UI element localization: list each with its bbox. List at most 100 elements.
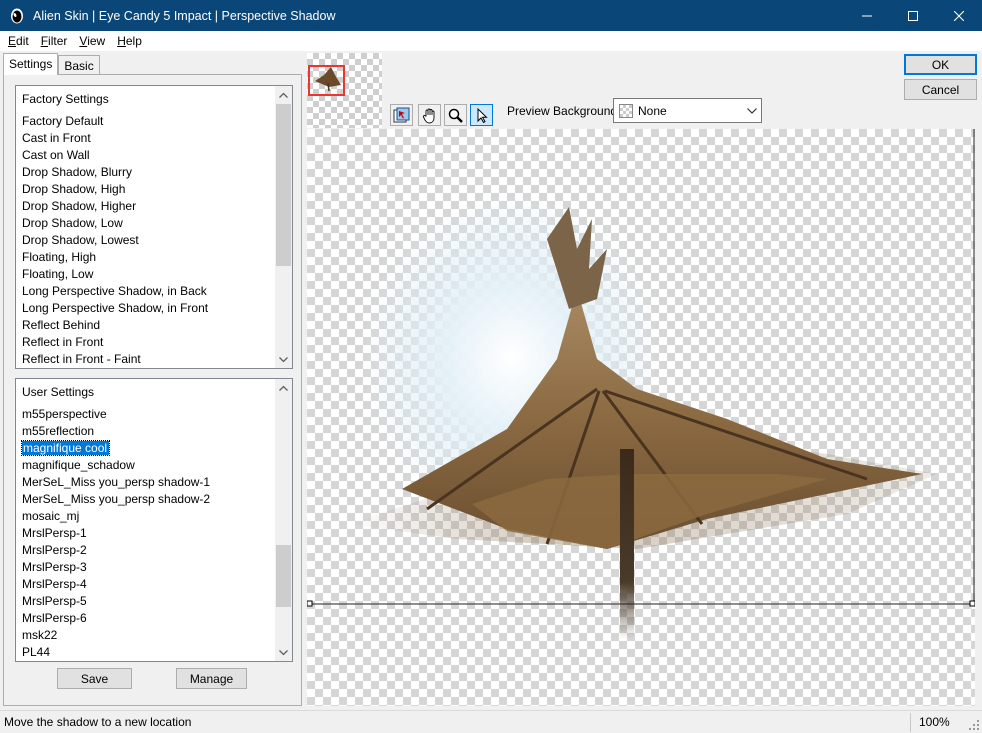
factory-settings-scrollbar[interactable] <box>275 86 292 368</box>
list-item-label: Reflect in Front <box>22 335 104 349</box>
transparent-swatch-icon <box>619 103 633 118</box>
list-item[interactable]: Floating, High <box>21 249 275 266</box>
user-settings-items: m55perspective m55reflection magnifique co… <box>20 406 275 661</box>
menu-filter[interactable]: Filter <box>37 34 72 48</box>
list-item[interactable]: MerSeL_Miss you_persp shadow-1 <box>21 474 275 491</box>
list-item[interactable]: Floating, Low <box>21 266 275 283</box>
list-item[interactable]: Drop Shadow, Low <box>21 215 275 232</box>
list-item[interactable]: Drop Shadow, Blurry <box>21 164 275 181</box>
menu-view[interactable]: View <box>75 34 109 48</box>
scroll-up-icon[interactable] <box>275 379 292 396</box>
list-item[interactable]: Long Perspective Shadow, in Back <box>21 283 275 300</box>
list-item[interactable]: Cast in Front <box>21 130 275 147</box>
list-item-label: MrslPersp-2 <box>22 543 87 557</box>
list-item-label: MerSeL_Miss you_persp shadow-1 <box>22 475 211 489</box>
navigator-thumbnail[interactable] <box>307 53 382 128</box>
navigator-view-rect[interactable] <box>308 65 345 96</box>
resize-grip-icon[interactable] <box>968 719 980 731</box>
preview-background-select[interactable]: None <box>613 98 762 123</box>
list-item-label: Drop Shadow, High <box>22 182 126 196</box>
list-item[interactable]: m55reflection <box>21 423 275 440</box>
list-item-label: Cast on Wall <box>22 148 90 162</box>
title-bar: Alien Skin | Eye Candy 5 Impact | Perspe… <box>0 0 982 31</box>
pointer-arrow-icon <box>477 107 488 123</box>
list-item-label: Long Perspective Shadow, in Front <box>22 301 209 315</box>
user-settings-scrollbar[interactable] <box>275 379 292 661</box>
list-item-label: MrslPersp-4 <box>22 577 87 591</box>
list-item[interactable]: Drop Shadow, High <box>21 181 275 198</box>
list-item-label: Drop Shadow, Lowest <box>22 233 139 247</box>
scroll-down-icon[interactable] <box>275 351 292 368</box>
preview-background-label: Preview Background: <box>507 104 621 118</box>
user-settings-list[interactable]: User Settings m55perspective m55reflectio… <box>15 378 293 662</box>
list-item[interactable]: Reflect Behind <box>21 317 275 334</box>
scroll-thumb[interactable] <box>276 104 291 266</box>
ok-button[interactable]: OK <box>904 54 977 75</box>
list-item[interactable]: Reflect in Front <box>21 334 275 351</box>
list-item[interactable]: MrslPersp-3 <box>21 559 275 576</box>
tab-basic[interactable]: Basic <box>58 55 100 75</box>
list-item-label: m55reflection <box>22 424 95 438</box>
factory-settings-list[interactable]: Factory Settings Factory Default Cast in … <box>15 85 293 369</box>
manage-button[interactable]: Manage <box>176 668 247 689</box>
list-item[interactable]: MrslPersp-5 <box>21 593 275 610</box>
list-item-label: mosaic_mj <box>22 509 80 523</box>
maximize-button[interactable] <box>890 0 936 31</box>
list-item-label: msk22 <box>22 628 58 642</box>
alien-skin-logo-icon <box>11 8 23 23</box>
menu-edit[interactable]: Edit <box>4 34 33 48</box>
minimize-icon <box>862 15 872 16</box>
preview-canvas[interactable] <box>307 129 975 706</box>
list-item[interactable]: msk22 <box>21 627 275 644</box>
hand-pan-icon <box>422 108 435 123</box>
list-item-label: Reflect Behind <box>22 318 101 332</box>
user-settings-header: User Settings <box>22 385 95 399</box>
list-item-label: m55perspective <box>22 407 107 421</box>
list-item-label: Drop Shadow, Blurry <box>22 165 133 179</box>
preview-background-value: None <box>638 103 667 118</box>
minimize-button[interactable] <box>844 0 890 31</box>
zoom-level: 100% <box>910 713 955 732</box>
list-item[interactable]: PL44 <box>21 644 275 661</box>
list-item[interactable]: MrslPersp-4 <box>21 576 275 593</box>
list-item[interactable]: m55perspective <box>21 406 275 423</box>
list-item[interactable]: MrslPersp-1 <box>21 525 275 542</box>
list-item-label: PL44 <box>22 645 51 659</box>
menu-help[interactable]: Help <box>113 34 146 48</box>
cancel-button[interactable]: Cancel <box>904 79 977 100</box>
list-item[interactable]: MerSeL_Miss you_persp shadow-2 <box>21 491 275 508</box>
settings-tabs: Settings Basic <box>3 53 100 75</box>
list-item[interactable]: Factory Default <box>21 113 275 130</box>
pointer-tool-button[interactable] <box>470 104 493 126</box>
list-item-label: MrslPersp-3 <box>22 560 87 574</box>
scroll-down-icon[interactable] <box>275 644 292 661</box>
close-button[interactable] <box>936 0 982 31</box>
status-message: Move the shadow to a new location <box>4 715 192 729</box>
list-item[interactable]: Reflect in Front - Faint <box>21 351 275 368</box>
list-item-label: Factory Default <box>22 114 104 128</box>
list-item[interactable]: mosaic_mj <box>21 508 275 525</box>
scroll-thumb[interactable] <box>276 545 291 607</box>
scroll-up-icon[interactable] <box>275 86 292 103</box>
list-item[interactable]: Drop Shadow, Lowest <box>21 232 275 249</box>
list-item-label: magnifique cool <box>20 440 111 456</box>
navigate-tool-button[interactable] <box>390 104 413 126</box>
zoom-tool-button[interactable] <box>444 104 467 126</box>
list-item[interactable]: MrslPersp-2 <box>21 542 275 559</box>
factory-settings-header: Factory Settings <box>22 92 109 106</box>
list-item[interactable]: Long Perspective Shadow, in Front <box>21 300 275 317</box>
hand-tool-button[interactable] <box>418 104 441 126</box>
list-item-label: MerSeL_Miss you_persp shadow-2 <box>22 492 211 506</box>
list-item-label: MrslPersp-6 <box>22 611 87 625</box>
list-item[interactable]: magnifique_schadow <box>21 457 275 474</box>
list-item-label: Cast in Front <box>22 131 91 145</box>
tab-settings[interactable]: Settings <box>3 53 59 75</box>
list-item-label: Drop Shadow, Higher <box>22 199 137 213</box>
list-item[interactable]: magnifique cool <box>20 440 275 457</box>
list-item[interactable]: MrslPersp-6 <box>21 610 275 627</box>
list-item[interactable]: Cast on Wall <box>21 147 275 164</box>
save-button[interactable]: Save <box>57 668 132 689</box>
settings-panel: Factory Settings Factory Default Cast in … <box>3 74 302 706</box>
list-item[interactable]: Drop Shadow, Higher <box>21 198 275 215</box>
list-item-label: Drop Shadow, Low <box>22 216 123 230</box>
